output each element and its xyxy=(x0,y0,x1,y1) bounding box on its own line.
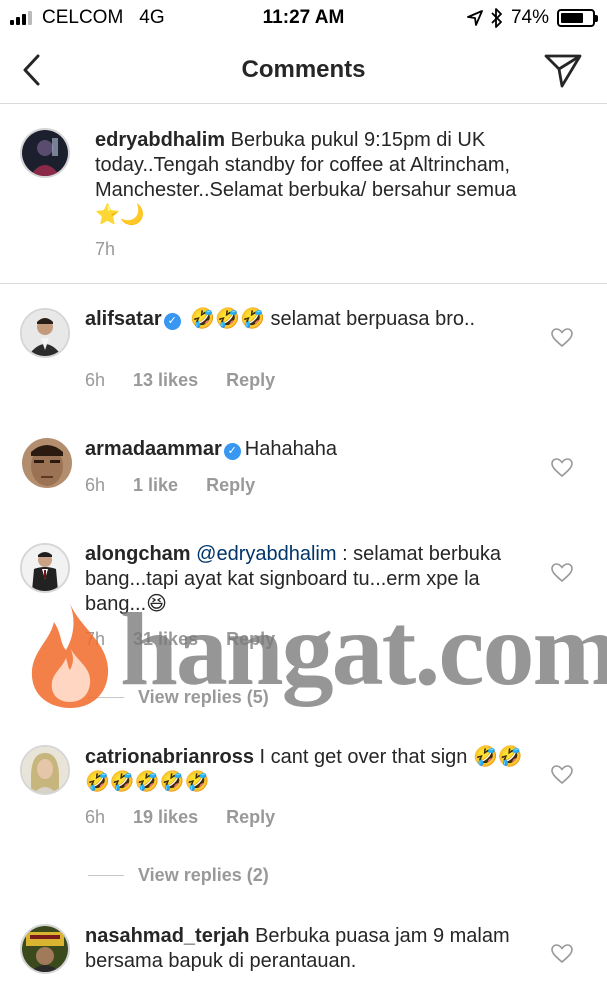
username-link[interactable]: alifsatar xyxy=(85,308,162,330)
nav-bar: Comments xyxy=(0,36,607,104)
bluetooth-icon xyxy=(491,8,502,28)
paper-plane-icon[interactable] xyxy=(543,50,583,90)
location-arrow-icon xyxy=(467,10,483,26)
verified-badge-icon: ✓ xyxy=(223,443,241,460)
avatar[interactable] xyxy=(20,745,70,795)
reply-button[interactable]: Reply xyxy=(206,475,255,496)
mention-link[interactable]: @edryabdhalim xyxy=(196,543,336,565)
view-replies-button[interactable]: View replies (5) xyxy=(88,687,269,708)
likes-count[interactable]: 19 likes xyxy=(133,807,198,828)
battery-icon xyxy=(557,9,598,27)
timestamp: 7h xyxy=(95,239,116,259)
username-link[interactable]: alongcham xyxy=(85,543,191,565)
timestamp: 6h xyxy=(85,475,106,495)
comment-body: Hahahaha xyxy=(244,438,338,460)
view-replies-label: View replies (5) xyxy=(138,687,269,707)
reply-button[interactable]: Reply xyxy=(226,370,275,391)
battery-percent: 74% xyxy=(510,7,549,28)
avatar[interactable] xyxy=(20,924,70,974)
divider xyxy=(88,875,124,876)
likes-count[interactable]: 13 likes xyxy=(133,370,198,391)
verified-badge-icon: ✓ xyxy=(163,313,181,330)
reply-button[interactable]: Reply xyxy=(226,807,275,828)
username-link[interactable]: nasahmad_terjah xyxy=(85,925,250,947)
heart-icon[interactable] xyxy=(551,328,573,348)
divider xyxy=(88,697,124,698)
status-bar: CELCOM 4G 11:27 AM 74% xyxy=(0,0,607,36)
likes-count[interactable]: 31 likes xyxy=(133,629,198,650)
timestamp: 7h xyxy=(85,629,106,649)
heart-icon[interactable] xyxy=(551,458,573,478)
avatar[interactable] xyxy=(20,128,70,178)
page-title: Comments xyxy=(241,56,366,83)
comment-text: alifsatar ✓ 🤣🤣🤣 selamat berpuasa bro.. xyxy=(85,307,525,332)
avatar[interactable] xyxy=(20,543,70,593)
comment-text: armadaammar ✓ Hahahaha xyxy=(85,437,525,462)
post-caption: edryabdhalim Berbuka pukul 9:15pm di UK … xyxy=(0,104,607,284)
avatar[interactable] xyxy=(20,308,70,358)
timestamp: 6h xyxy=(85,370,106,390)
view-replies-label: View replies (2) xyxy=(138,865,269,885)
heart-icon[interactable] xyxy=(551,563,573,583)
comment-text: nasahmad_terjah Berbuka puasa jam 9 mala… xyxy=(85,924,525,974)
username-link[interactable]: edryabdhalim xyxy=(95,129,225,151)
comment-text: catrionabrianross I cant get over that s… xyxy=(85,745,525,795)
heart-icon[interactable] xyxy=(551,765,573,785)
username-link[interactable]: armadaammar xyxy=(85,438,222,460)
comment-text: alongcham @edryabdhalim : selamat berbuk… xyxy=(85,542,525,617)
username-link[interactable]: catrionabrianross xyxy=(85,746,254,768)
comment-body: 🤣🤣🤣 selamat berpuasa bro.. xyxy=(190,308,476,330)
view-replies-button[interactable]: View replies (2) xyxy=(88,865,269,886)
timestamp: 6h xyxy=(85,807,106,827)
avatar[interactable] xyxy=(22,438,72,488)
reply-button[interactable]: Reply xyxy=(226,629,275,650)
likes-count[interactable]: 1 like xyxy=(133,475,178,496)
caption-text: edryabdhalim Berbuka pukul 9:15pm di UK … xyxy=(95,128,535,228)
heart-icon[interactable] xyxy=(551,944,573,964)
